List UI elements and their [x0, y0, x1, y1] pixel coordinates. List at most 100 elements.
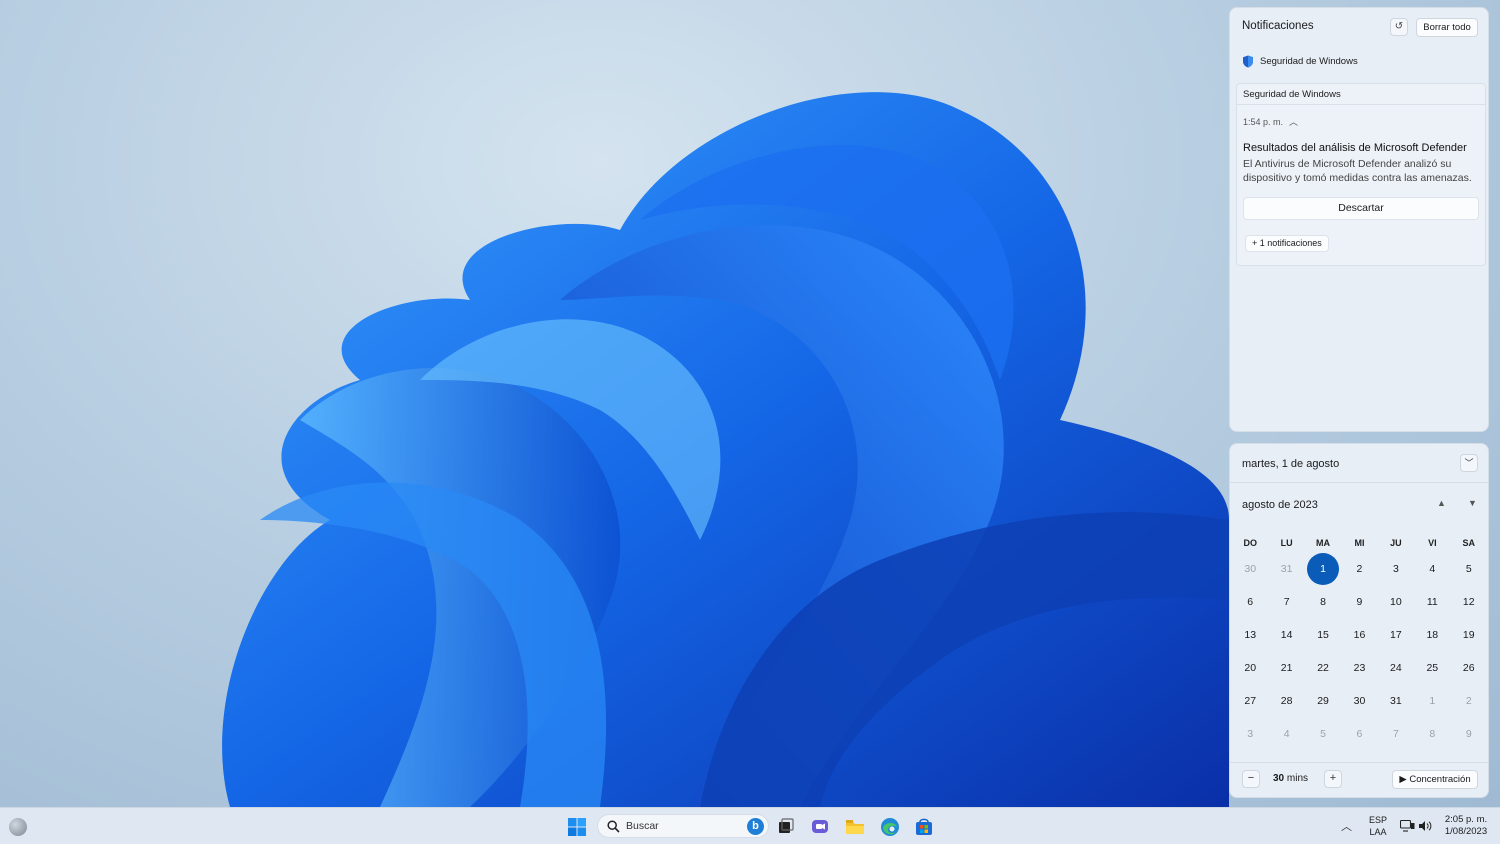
calendar-day[interactable]: 4 — [1268, 728, 1304, 740]
calendar-day[interactable]: 2 — [1341, 563, 1377, 575]
calendar-day-label: 5 — [1465, 562, 1472, 575]
notification-title: Resultados del análisis de Microsoft Def… — [1243, 142, 1467, 154]
calendar-day[interactable]: 16 — [1341, 629, 1377, 641]
calendar-day[interactable]: 31 — [1268, 563, 1304, 575]
calendar-day[interactable]: 4 — [1414, 563, 1450, 575]
calendar-day-label: 9 — [1465, 727, 1472, 740]
clock-date: 1/08/2023 — [1444, 826, 1488, 837]
calendar-day[interactable]: 8 — [1305, 596, 1341, 608]
calendar-day[interactable]: 18 — [1414, 629, 1450, 641]
calendar-day[interactable]: 12 — [1451, 596, 1487, 608]
taskbar-clock[interactable]: 2:05 p. m. 1/08/2023 — [1440, 814, 1492, 838]
collapse-calendar-button[interactable]: ﹀ — [1460, 454, 1478, 472]
calendar-day[interactable]: 31 — [1378, 695, 1414, 707]
calendar-week-row: 13 14 15 16 17 18 19 — [1232, 618, 1487, 651]
search-placeholder: Buscar — [626, 820, 659, 832]
calendar-day[interactable]: 25 — [1414, 662, 1450, 674]
calendar-day-label: 22 — [1317, 661, 1329, 674]
calendar-day[interactable]: 9 — [1341, 596, 1377, 608]
calendar-day[interactable]: 23 — [1341, 662, 1377, 674]
widgets-icon[interactable] — [9, 818, 27, 836]
focus-minutes-value: 30 — [1273, 773, 1285, 784]
calendar-day[interactable]: 24 — [1378, 662, 1414, 674]
divider — [1237, 104, 1485, 105]
calendar-day-label: 25 — [1426, 661, 1439, 674]
calendar-day[interactable]: 5 — [1451, 563, 1487, 575]
calendar-day[interactable]: 29 — [1305, 695, 1341, 707]
input-language-indicator[interactable]: ESP LAA — [1366, 814, 1390, 838]
calendar-day-label: 27 — [1244, 694, 1257, 707]
calendar-day[interactable]: 8 — [1414, 728, 1450, 740]
calendar-day[interactable]: 3 — [1232, 728, 1268, 740]
calendar-day[interactable]: 28 — [1268, 695, 1304, 707]
calendar-day[interactable]: 1 — [1305, 552, 1341, 585]
calendar-day[interactable]: 21 — [1268, 662, 1304, 674]
taskbar-search[interactable]: Buscar b — [597, 814, 769, 838]
calendar-day[interactable]: 7 — [1268, 596, 1304, 608]
calendar-day[interactable]: 7 — [1378, 728, 1414, 740]
calendar-day[interactable]: 14 — [1268, 629, 1304, 641]
calendar-day[interactable]: 19 — [1451, 629, 1487, 641]
calendar-day[interactable]: 2 — [1451, 695, 1487, 707]
bing-icon[interactable]: b — [747, 818, 764, 835]
task-view-icon[interactable] — [776, 817, 796, 837]
calendar-day[interactable]: 1 — [1414, 695, 1450, 707]
increase-minutes-button[interactable]: + — [1324, 770, 1342, 788]
chat-icon[interactable] — [810, 817, 830, 837]
weekday-header: JU — [1390, 538, 1402, 548]
calendar-day[interactable]: 5 — [1305, 728, 1341, 740]
snooze-button[interactable]: ↺ — [1390, 18, 1408, 36]
calendar-day[interactable]: 20 — [1232, 662, 1268, 674]
calendar-day[interactable]: 11 — [1414, 596, 1450, 608]
calendar-day[interactable]: 22 — [1305, 662, 1341, 674]
calendar-day-label: 8 — [1429, 727, 1436, 740]
calendar-panel: martes, 1 de agosto ﹀ agosto de 2023 ▲ ▼… — [1229, 443, 1489, 798]
notification-card[interactable]: Seguridad de Windows 1:54 p. m. ︿ Result… — [1236, 83, 1486, 266]
snooze-icon: ↺ — [1394, 21, 1404, 32]
calendar-day-label: 4 — [1283, 727, 1290, 740]
clear-all-button[interactable]: Borrar todo — [1416, 18, 1478, 37]
previous-month-button[interactable]: ▲ — [1437, 498, 1446, 508]
decrease-minutes-button[interactable]: − — [1242, 770, 1260, 788]
weekday-header: LU — [1280, 538, 1293, 548]
notification-app-header[interactable]: Seguridad de Windows — [1242, 54, 1358, 68]
calendar-day[interactable]: 6 — [1232, 596, 1268, 608]
weekday-header: MI — [1354, 538, 1365, 548]
calendar-day-label: 19 — [1462, 628, 1475, 641]
edge-icon[interactable] — [880, 817, 900, 837]
calendar-day[interactable]: 9 — [1451, 728, 1487, 740]
calendar-day[interactable]: 30 — [1232, 563, 1268, 575]
volume-icon[interactable] — [1418, 820, 1433, 832]
calendar-day[interactable]: 15 — [1305, 629, 1341, 641]
calendar-day[interactable]: 26 — [1451, 662, 1487, 674]
more-notifications-button[interactable]: + 1 notificaciones — [1245, 235, 1329, 252]
chevron-up-icon[interactable]: ︿ — [1289, 115, 1298, 128]
calendar-day-label: 17 — [1390, 628, 1402, 641]
microsoft-store-icon[interactable] — [914, 817, 934, 837]
calendar-day-label: 24 — [1390, 661, 1402, 674]
calendar-day[interactable]: 17 — [1378, 629, 1414, 641]
calendar-day[interactable]: 30 — [1341, 695, 1377, 707]
weekday-header: MA — [1316, 538, 1331, 548]
weekday-header: VI — [1428, 538, 1437, 548]
calendar-day[interactable]: 27 — [1232, 695, 1268, 707]
start-focus-button[interactable]: ▶ Concentración — [1392, 770, 1478, 789]
calendar-day-label: 31 — [1280, 562, 1293, 575]
calendar-day[interactable]: 3 — [1378, 563, 1414, 575]
focus-session-row: − 30 mins + ▶ Concentración — [1242, 770, 1478, 790]
calendar-day[interactable]: 10 — [1378, 596, 1414, 608]
calendar-day-label: 9 — [1356, 595, 1363, 608]
next-month-button[interactable]: ▼ — [1468, 498, 1477, 508]
show-hidden-icons-chevron-icon[interactable]: ︿ — [1341, 818, 1352, 834]
notification-time-row[interactable]: 1:54 p. m. ︿ — [1243, 115, 1298, 128]
calendar-day[interactable]: 6 — [1341, 728, 1377, 740]
start-icon[interactable] — [567, 817, 587, 837]
dismiss-button[interactable]: Descartar — [1243, 197, 1479, 220]
clock-time: 2:05 p. m. — [1444, 814, 1488, 825]
calendar-day-label: 2 — [1465, 694, 1472, 707]
calendar-day-label: 18 — [1426, 628, 1439, 641]
network-icon[interactable] — [1400, 820, 1415, 832]
calendar-day[interactable]: 13 — [1232, 629, 1268, 641]
file-explorer-icon[interactable] — [845, 817, 865, 837]
calendar-day-label: 11 — [1426, 595, 1438, 608]
